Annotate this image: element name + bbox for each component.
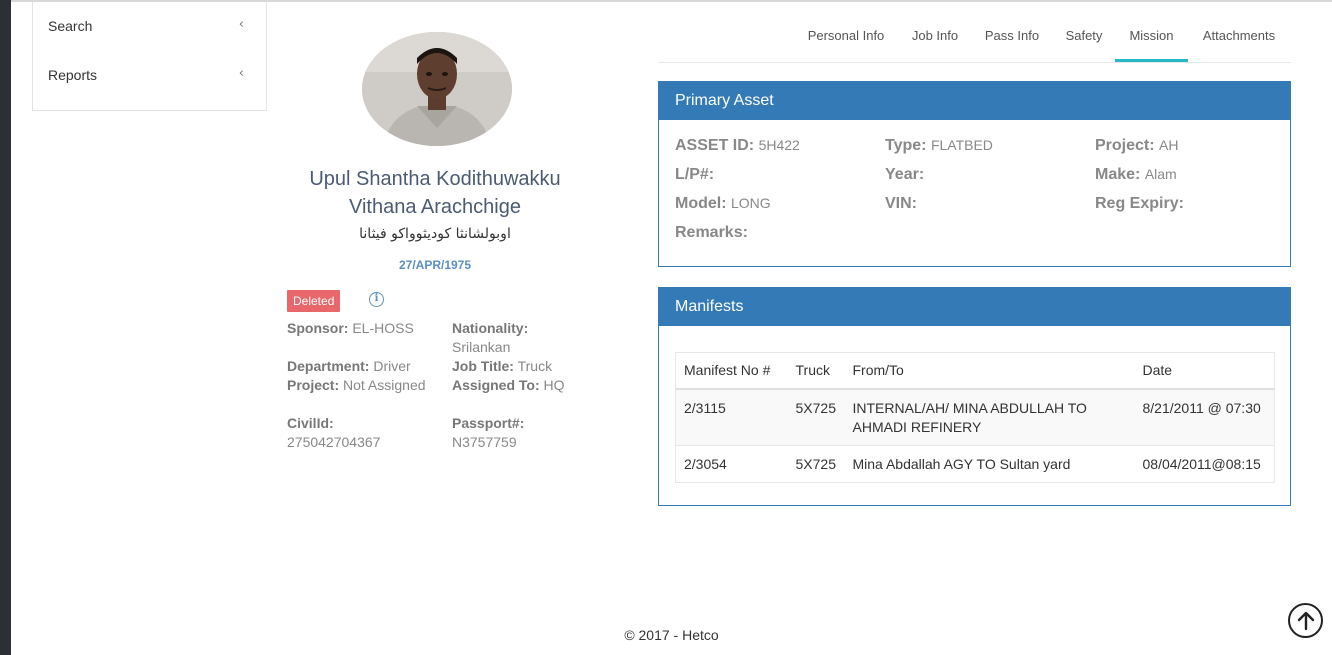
make-field: Make: Alam <box>1095 166 1177 184</box>
field-label: Passport#: <box>452 415 525 431</box>
field-label: Make: <box>1095 166 1141 183</box>
field-label: Remarks: <box>675 224 748 241</box>
status-badge: Deleted <box>287 290 341 312</box>
table-header-row: Manifest No # Truck From/To Date <box>675 352 1275 390</box>
field-value: Srilankan <box>452 339 511 355</box>
info-icon[interactable]: i <box>369 292 384 307</box>
manifest-no-cell: 2/3115 <box>675 388 788 445</box>
field-label: Project: <box>287 377 340 393</box>
sidebar-menu: Search ‹ Reports ‹ <box>32 2 267 111</box>
year-field: Year: <box>885 166 924 184</box>
asset-project-field: Project: AH <box>1095 137 1178 155</box>
field-label: Reg Expiry: <box>1095 195 1184 212</box>
field-value: HQ <box>543 377 565 393</box>
field-label: Model: <box>675 195 727 212</box>
tab-personal-info[interactable]: Personal Info <box>804 22 888 63</box>
field-value: FLATBED <box>930 137 993 153</box>
field-value: 275042704367 <box>287 434 381 450</box>
column-header[interactable]: Date <box>1134 352 1275 390</box>
chevron-left-icon: ‹ <box>238 17 244 32</box>
field-label: Department: <box>287 358 370 374</box>
tab-safety[interactable]: Safety <box>1062 22 1106 63</box>
arrow-up-icon <box>1297 611 1314 630</box>
civil-id-field: CivilId: 275042704367 <box>287 414 447 452</box>
field-label: L/P#: <box>675 166 715 183</box>
department-field: Department: Driver <box>287 357 447 376</box>
column-header[interactable]: From/To <box>844 352 1135 390</box>
vin-field: VIN: <box>885 195 917 213</box>
field-label: Nationality: <box>452 320 529 336</box>
field-value: EL-HOSS <box>352 320 414 336</box>
column-header[interactable]: Truck <box>787 352 845 390</box>
project-field: Project: Not Assigned <box>287 376 427 395</box>
truck-cell: 5X725 <box>787 388 845 445</box>
job-title-field: Job Title: Truck <box>452 357 602 376</box>
profile-tabs: Personal Info Job Info Pass Info Safety … <box>658 22 1291 63</box>
tab-attachments[interactable]: Attachments <box>1198 22 1280 63</box>
field-label: ASSET ID: <box>675 137 755 154</box>
sponsor-field: Sponsor: EL-HOSS <box>287 319 447 338</box>
from-to-cell: Mina Abdallah AGY TO Sultan yard <box>844 444 1135 482</box>
manifests-panel: Manifests Manifest No # Truck From/To Da… <box>658 287 1291 506</box>
field-label: Assigned To: <box>452 377 540 393</box>
field-value: LONG <box>731 195 771 211</box>
person-name-arabic: اوبولشانثا كوديثوواكو فيثانا <box>359 226 511 242</box>
remarks-field: Remarks: <box>675 224 748 242</box>
sidebar-item-reports[interactable]: Reports ‹ <box>33 50 266 100</box>
manifest-no-cell: 2/3054 <box>675 444 788 482</box>
sidebar-item-label: Reports <box>48 67 98 83</box>
truck-cell: 5X725 <box>787 444 845 482</box>
field-label: Job Title: <box>452 358 514 374</box>
reg-expiry-field: Reg Expiry: <box>1095 195 1184 213</box>
scroll-to-top-button[interactable] <box>1288 603 1323 638</box>
field-value: Not Assigned <box>343 377 426 393</box>
asset-id-field: ASSET ID: 5H422 <box>675 137 800 155</box>
model-field: Model: LONG <box>675 195 771 213</box>
field-label: VIN: <box>885 195 917 212</box>
date-cell: 8/21/2011 @ 07:30 <box>1134 388 1275 445</box>
type-field: Type: FLATBED <box>885 137 993 155</box>
passport-field: Passport#: N3757759 <box>452 414 602 452</box>
lp-field: L/P#: <box>675 166 714 184</box>
tab-job-info[interactable]: Job Info <box>908 22 962 63</box>
field-value: Truck <box>517 358 553 374</box>
left-dark-strip <box>0 0 11 655</box>
field-label: CivilId: <box>287 415 334 431</box>
from-to-cell: INTERNAL/AH/ MINA ABDULLAH TO AHMADI REF… <box>844 388 1135 445</box>
person-name-line1: Upul Shantha Kodithuwakku <box>309 168 561 190</box>
date-of-birth: 27/APR/1975 <box>398 258 472 272</box>
panel-title: Manifests <box>659 288 1290 326</box>
table-row[interactable]: 2/3054 5X725 Mina Abdallah AGY TO Sultan… <box>675 444 1275 482</box>
panel-title: Primary Asset <box>659 82 1290 120</box>
assigned-to-field: Assigned To: HQ <box>452 376 602 395</box>
field-label: Year: <box>885 166 925 183</box>
profile-photo <box>362 32 512 146</box>
person-name: Upul Shantha Kodithuwakku Vithana Arachc… <box>280 165 590 221</box>
person-name-line2: Vithana Arachchige <box>349 196 521 218</box>
column-header[interactable]: Manifest No # <box>675 352 788 390</box>
field-label: Project: <box>1095 137 1155 154</box>
field-label: Sponsor: <box>287 320 349 336</box>
date-cell: 08/04/2011@08:15 <box>1134 444 1275 482</box>
field-value: AH <box>1159 137 1179 153</box>
field-label: Type: <box>885 137 927 154</box>
tab-pass-info[interactable]: Pass Info <box>982 22 1042 63</box>
field-value: Driver <box>373 358 411 374</box>
sidebar-item-label: Search <box>48 18 93 34</box>
field-value: N3757759 <box>452 434 517 450</box>
field-value: 5H422 <box>758 137 800 153</box>
chevron-left-icon: ‹ <box>238 66 244 81</box>
sidebar-item-search[interactable]: Search ‹ <box>33 2 266 50</box>
footer-copyright: © 2017 - Hetco <box>624 627 719 643</box>
table-row[interactable]: 2/3115 5X725 INTERNAL/AH/ MINA ABDULLAH … <box>675 388 1275 445</box>
tab-mission[interactable]: Mission <box>1115 22 1188 62</box>
manifests-table: Manifest No # Truck From/To Date 2/3115 … <box>675 352 1275 483</box>
primary-asset-panel: Primary Asset ASSET ID: 5H422 Type: FLAT… <box>658 81 1291 267</box>
field-value: Alam <box>1144 166 1177 182</box>
nationality-field: Nationality: Srilankan <box>452 319 602 357</box>
